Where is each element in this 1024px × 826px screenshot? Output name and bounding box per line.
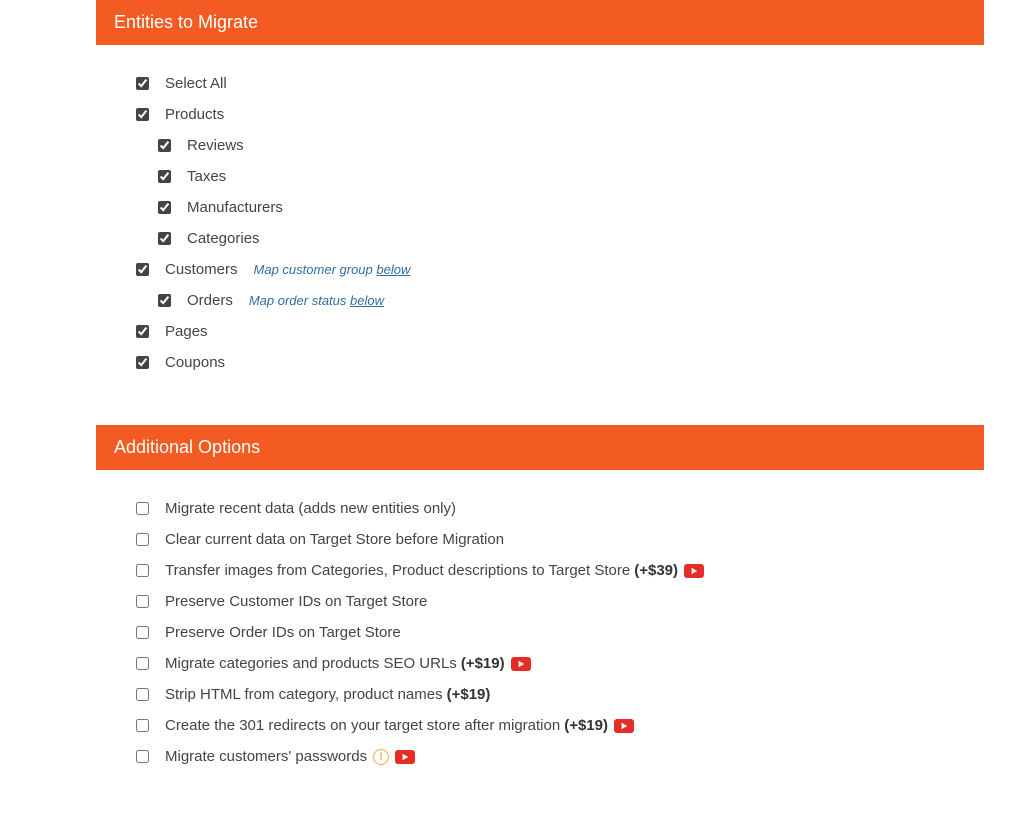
option-row-preserve-customer-ids: Preserve Customer IDs on Target Store: [136, 593, 984, 610]
option-label-migrate-passwords: Migrate customers' passwords: [165, 748, 367, 765]
entity-row-taxes: Taxes: [158, 168, 984, 185]
option-checkbox-create-301[interactable]: [136, 719, 149, 732]
option-price-transfer-images: (+$39): [634, 562, 678, 579]
option-label-migrate-seo: Migrate categories and products SEO URLs: [165, 655, 457, 672]
option-checkbox-strip-html[interactable]: [136, 688, 149, 701]
option-checkbox-migrate-passwords[interactable]: [136, 750, 149, 763]
entity-hint-customers: Map customer group below: [254, 262, 411, 277]
entity-hint-text-orders: Map order status: [249, 293, 350, 308]
option-row-transfer-images: Transfer images from Categories, Product…: [136, 562, 984, 579]
option-label-create-301: Create the 301 redirects on your target …: [165, 717, 560, 734]
entity-row-orders: Orders Map order status below: [158, 292, 984, 309]
option-label-migrate-recent: Migrate recent data (adds new entities o…: [165, 500, 456, 517]
entity-label-select-all: Select All: [165, 75, 227, 92]
entity-label-customers: Customers: [165, 261, 238, 278]
option-label-strip-html: Strip HTML from category, product names: [165, 686, 443, 703]
entity-checkbox-customers[interactable]: [136, 263, 149, 276]
entities-section-body: Select All Products Reviews Taxes Manufactur…: [96, 45, 984, 425]
entity-checkbox-products[interactable]: [136, 108, 149, 121]
entity-row-products: Products: [136, 106, 984, 123]
option-price-migrate-seo: (+$19): [461, 655, 505, 672]
entity-label-manufacturers: Manufacturers: [187, 199, 283, 216]
youtube-icon-migrate-seo[interactable]: [511, 657, 531, 671]
youtube-icon-migrate-passwords[interactable]: [395, 750, 415, 764]
entity-checkbox-coupons[interactable]: [136, 356, 149, 369]
entity-checkbox-reviews[interactable]: [158, 139, 171, 152]
option-row-clear-data: Clear current data on Target Store befor…: [136, 531, 984, 548]
entity-row-coupons: Coupons: [136, 354, 984, 371]
warning-icon-migrate-passwords: !: [373, 749, 389, 765]
entity-row-categories: Categories: [158, 230, 984, 247]
youtube-icon-create-301[interactable]: [614, 719, 634, 733]
entity-label-reviews: Reviews: [187, 137, 244, 154]
option-row-migrate-passwords: Migrate customers' passwords!: [136, 748, 984, 765]
entities-section-header: Entities to Migrate: [96, 0, 984, 45]
entity-row-manufacturers: Manufacturers: [158, 199, 984, 216]
entity-checkbox-select-all[interactable]: [136, 77, 149, 90]
option-row-preserve-order-ids: Preserve Order IDs on Target Store: [136, 624, 984, 641]
entity-label-products: Products: [165, 106, 224, 123]
options-section-body: Migrate recent data (adds new entities o…: [96, 470, 984, 819]
entity-checkbox-manufacturers[interactable]: [158, 201, 171, 214]
entity-label-taxes: Taxes: [187, 168, 226, 185]
entity-checkbox-orders[interactable]: [158, 294, 171, 307]
entity-checkbox-pages[interactable]: [136, 325, 149, 338]
entity-hint-text-customers: Map customer group: [254, 262, 377, 277]
option-label-preserve-order-ids: Preserve Order IDs on Target Store: [165, 624, 401, 641]
entity-checkbox-taxes[interactable]: [158, 170, 171, 183]
option-label-preserve-customer-ids: Preserve Customer IDs on Target Store: [165, 593, 427, 610]
option-label-clear-data: Clear current data on Target Store befor…: [165, 531, 504, 548]
option-checkbox-preserve-customer-ids[interactable]: [136, 595, 149, 608]
option-checkbox-clear-data[interactable]: [136, 533, 149, 546]
option-checkbox-transfer-images[interactable]: [136, 564, 149, 577]
option-price-create-301: (+$19): [564, 717, 608, 734]
entity-hint-link-orders[interactable]: below: [350, 293, 384, 308]
option-label-transfer-images: Transfer images from Categories, Product…: [165, 562, 630, 579]
entity-checkbox-categories[interactable]: [158, 232, 171, 245]
entity-label-coupons: Coupons: [165, 354, 225, 371]
options-section-header: Additional Options: [96, 425, 984, 470]
entity-row-pages: Pages: [136, 323, 984, 340]
entity-row-reviews: Reviews: [158, 137, 984, 154]
entity-hint-orders: Map order status below: [249, 293, 384, 308]
option-row-migrate-recent: Migrate recent data (adds new entities o…: [136, 500, 984, 517]
entity-hint-link-customers[interactable]: below: [376, 262, 410, 277]
entity-row-customers: Customers Map customer group below: [136, 261, 984, 278]
option-checkbox-migrate-seo[interactable]: [136, 657, 149, 670]
option-checkbox-migrate-recent[interactable]: [136, 502, 149, 515]
option-row-create-301: Create the 301 redirects on your target …: [136, 717, 984, 734]
option-checkbox-preserve-order-ids[interactable]: [136, 626, 149, 639]
option-row-strip-html: Strip HTML from category, product names(…: [136, 686, 984, 703]
entity-label-orders: Orders: [187, 292, 233, 309]
entity-label-pages: Pages: [165, 323, 208, 340]
entity-label-categories: Categories: [187, 230, 260, 247]
option-price-strip-html: (+$19): [447, 686, 491, 703]
entity-row-select-all: Select All: [136, 75, 984, 92]
option-row-migrate-seo: Migrate categories and products SEO URLs…: [136, 655, 984, 672]
youtube-icon-transfer-images[interactable]: [684, 564, 704, 578]
